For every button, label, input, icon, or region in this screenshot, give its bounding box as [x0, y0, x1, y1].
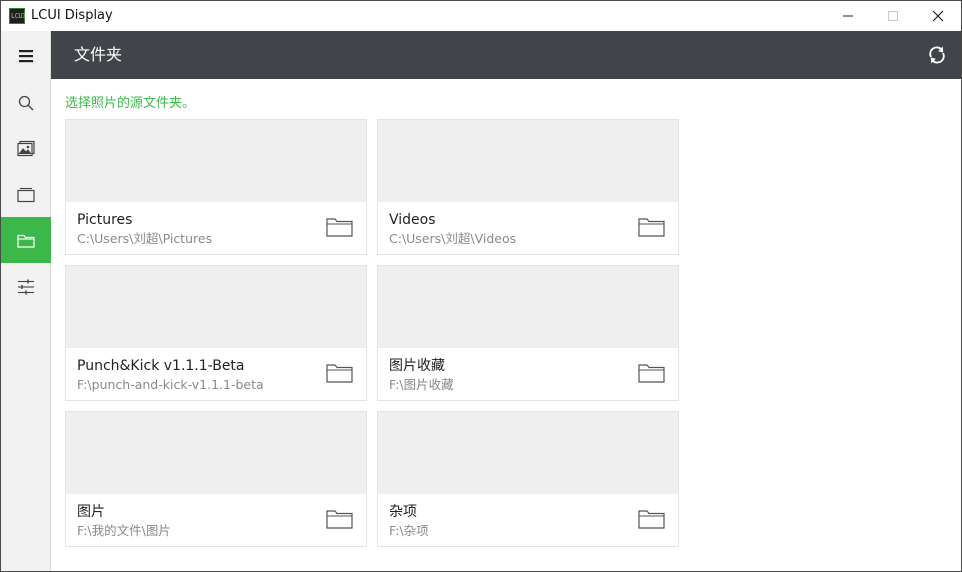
folder-thumbnail [66, 412, 366, 494]
folder-icon [638, 510, 665, 529]
refresh-button[interactable] [926, 44, 948, 66]
folder-list-area: 选择照片的源文件夹。 Pictures C:\Users\刘超\Pictures… [51, 79, 961, 571]
window-title: LCUI Display [31, 8, 113, 23]
sidebar-item-settings[interactable] [1, 263, 51, 309]
folder-icon [17, 234, 35, 248]
folder-name: 图片收藏 [389, 358, 445, 374]
folder-name: Pictures [77, 212, 133, 228]
folder-thumbnail [66, 266, 366, 348]
app-logo-icon: LCUI [9, 8, 26, 24]
search-icon [18, 95, 34, 111]
folder-icon [638, 218, 665, 237]
sidebar-item-folders[interactable] [1, 217, 51, 263]
folder-card[interactable]: 杂项 F:\杂项 [377, 411, 679, 547]
sidebar [1, 31, 51, 571]
refresh-icon [929, 46, 945, 64]
folder-card[interactable]: Videos C:\Users\刘超\Videos [377, 119, 679, 255]
title-bar[interactable]: LCUI LCUI Display [1, 1, 961, 31]
folder-icon [326, 218, 353, 237]
folder-thumbnail [378, 412, 678, 494]
folder-card[interactable]: Punch&Kick v1.1.1-Beta F:\punch-and-kick… [65, 265, 367, 401]
settings-sliders-icon [18, 279, 34, 295]
folder-thumbnail [378, 266, 678, 348]
sidebar-item-photos[interactable] [1, 125, 51, 171]
close-button[interactable] [915, 1, 961, 31]
folder-icon [638, 364, 665, 383]
page-header: 文件夹 [51, 31, 961, 79]
folder-name: Punch&Kick v1.1.1-Beta [77, 358, 245, 374]
folder-thumbnail [66, 120, 366, 202]
app-window: LCUI LCUI Display 文件夹 选择照片的源文件夹。 Picture… [0, 0, 962, 572]
folder-icon [326, 364, 353, 383]
photos-icon [17, 140, 35, 157]
folder-name: Videos [389, 212, 436, 228]
close-icon [932, 10, 944, 22]
folder-path: F:\我的文件\图片 [77, 523, 171, 538]
folder-card[interactable]: 图片收藏 F:\图片收藏 [377, 265, 679, 401]
folder-path: C:\Users\刘超\Pictures [77, 231, 213, 246]
folder-name: 杂项 [389, 504, 417, 520]
page-title: 文件夹 [74, 45, 123, 64]
folder-icon [326, 510, 353, 529]
folder-thumbnail [378, 120, 678, 202]
albums-icon [17, 187, 35, 203]
folder-path: C:\Users\刘超\Videos [389, 231, 517, 246]
folder-name: 图片 [77, 504, 105, 520]
minimize-button[interactable] [825, 1, 871, 31]
folder-path: F:\punch-and-kick-v1.1.1-beta [77, 377, 264, 392]
maximize-button[interactable] [870, 1, 916, 31]
sidebar-item-albums[interactable] [1, 171, 51, 217]
folder-card[interactable]: Pictures C:\Users\刘超\Pictures [65, 119, 367, 255]
menu-icon [19, 50, 33, 63]
minimize-icon [843, 15, 853, 17]
sidebar-item-search[interactable] [1, 79, 51, 125]
folder-path: F:\杂项 [389, 523, 429, 538]
folder-card[interactable]: 图片 F:\我的文件\图片 [65, 411, 367, 547]
maximize-icon [888, 11, 898, 21]
sidebar-item-menu[interactable] [1, 33, 51, 79]
app-logo-text: LCUI [11, 12, 26, 20]
folder-path: F:\图片收藏 [389, 377, 454, 392]
instruction-text: 选择照片的源文件夹。 [65, 96, 196, 111]
